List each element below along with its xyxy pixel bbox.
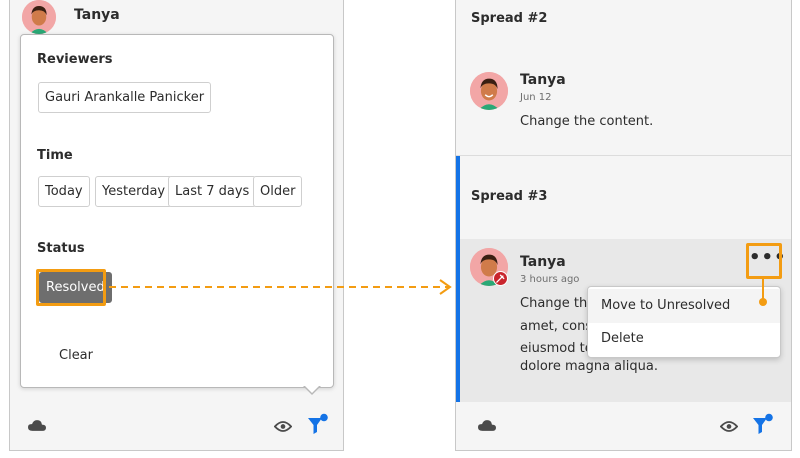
comment-text-line: Change the — [520, 296, 596, 311]
popover-tip-inner — [304, 385, 320, 393]
time-chip-last-7-days[interactable]: Last 7 days — [168, 176, 257, 207]
time-chip-older[interactable]: Older — [253, 176, 303, 207]
bottom-toolbar — [10, 402, 343, 450]
filter-popover: Reviewers Gauri Arankalle Panicker Time … — [20, 34, 334, 388]
more-options-highlight-frame — [746, 243, 782, 279]
spread-3-header: Spread #3 — [471, 189, 548, 204]
avatar-icon — [470, 72, 508, 110]
status-highlight-frame — [36, 269, 106, 306]
eye-icon[interactable] — [720, 420, 738, 433]
comments-panel: Spread #2 Tanya Jun 12 Change the conten… — [455, 0, 792, 451]
comment-author: Tanya — [520, 254, 566, 270]
avatar-icon — [22, 0, 56, 34]
filter-panel: Tanya Reviewers Gauri Arankalle Panicker… — [9, 0, 344, 451]
filter-icon[interactable] — [307, 413, 329, 435]
clear-button[interactable]: Clear — [59, 348, 93, 363]
comment-date: Jun 12 — [520, 92, 552, 103]
cloud-icon[interactable] — [478, 419, 496, 432]
comment-text: Change the content. — [520, 114, 654, 129]
reviewer-chip[interactable]: Gauri Arankalle Panicker — [38, 82, 212, 113]
cloud-icon[interactable] — [28, 419, 46, 432]
eye-icon[interactable] — [274, 420, 292, 433]
comment-time: 3 hours ago — [520, 274, 580, 285]
comment-author: Tanya — [74, 7, 120, 23]
time-chip-yesterday[interactable]: Yesterday — [95, 176, 173, 207]
time-label: Time — [37, 148, 73, 163]
spread-2-header: Spread #2 — [471, 11, 548, 26]
avatar — [22, 0, 56, 34]
filter-icon[interactable] — [752, 413, 774, 435]
comment-item[interactable]: Tanya — [10, 0, 343, 38]
menu-item-move-to-unresolved[interactable]: Move to Unresolved — [588, 289, 780, 323]
spread-divider — [456, 155, 791, 156]
avatar — [470, 72, 508, 110]
comment-author: Tanya — [520, 72, 566, 88]
time-chip-today[interactable]: Today — [38, 176, 90, 207]
status-label: Status — [37, 241, 85, 256]
reviewers-label: Reviewers — [37, 52, 113, 67]
comment-text-line: dolore magna aliqua. — [520, 359, 658, 374]
menu-item-delete[interactable]: Delete — [588, 322, 780, 356]
resolved-badge-icon — [493, 271, 508, 286]
annotation-arrowhead — [439, 279, 452, 295]
bottom-toolbar — [456, 402, 791, 450]
context-menu: Move to Unresolved Delete — [587, 286, 781, 358]
